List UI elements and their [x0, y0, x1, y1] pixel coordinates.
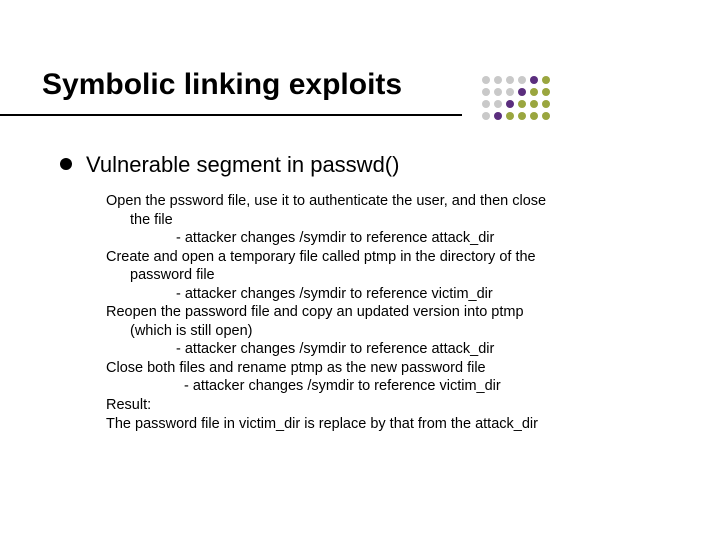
dot-icon	[506, 76, 514, 84]
dot-icon	[542, 76, 550, 84]
body-line: - attacker changes /symdir to reference …	[106, 229, 660, 248]
dot-icon	[494, 88, 502, 96]
dot-icon	[530, 100, 538, 108]
bullet-icon	[60, 158, 72, 170]
dot-icon	[482, 76, 490, 84]
body-line: Close both files and rename ptmp as the …	[106, 359, 660, 378]
body-text: Open the pssword file, use it to authent…	[60, 192, 660, 433]
body-line: Open the pssword file, use it to authent…	[106, 192, 660, 211]
dot-icon	[494, 76, 502, 84]
dot-icon	[506, 100, 514, 108]
dot-icon	[494, 100, 502, 108]
dot-icon	[482, 88, 490, 96]
body-line: Create and open a temporary file called …	[106, 248, 660, 267]
dot-icon	[518, 88, 526, 96]
dot-icon	[530, 76, 538, 84]
body-line: password file	[106, 266, 660, 285]
dot-icon	[482, 100, 490, 108]
body-line: - attacker changes /symdir to reference …	[106, 377, 660, 396]
dot-icon	[518, 112, 526, 120]
body-line: The password file in victim_dir is repla…	[106, 415, 660, 434]
bullet-row: Vulnerable segment in passwd()	[60, 152, 660, 178]
content-area: Vulnerable segment in passwd() Open the …	[0, 112, 720, 433]
dot-icon	[506, 112, 514, 120]
body-line: (which is still open)	[106, 322, 660, 341]
dot-icon	[482, 112, 490, 120]
dot-icon	[542, 88, 550, 96]
dot-icon	[530, 112, 538, 120]
body-line: Reopen the password file and copy an upd…	[106, 303, 660, 322]
dot-icon	[542, 100, 550, 108]
body-line: - attacker changes /symdir to reference …	[106, 285, 660, 304]
dot-icon	[542, 112, 550, 120]
title-underline	[0, 114, 462, 116]
dot-icon	[518, 76, 526, 84]
dot-icon	[506, 88, 514, 96]
dot-icon	[518, 100, 526, 108]
slide-title: Symbolic linking exploits	[42, 68, 720, 112]
dot-icon	[494, 112, 502, 120]
body-line: Result:	[106, 396, 660, 415]
body-line: - attacker changes /symdir to reference …	[106, 340, 660, 359]
title-area: Symbolic linking exploits	[0, 0, 720, 112]
decorative-dots	[480, 74, 552, 122]
body-line: the file	[106, 211, 660, 230]
dot-icon	[530, 88, 538, 96]
bullet-text: Vulnerable segment in passwd()	[86, 152, 399, 178]
